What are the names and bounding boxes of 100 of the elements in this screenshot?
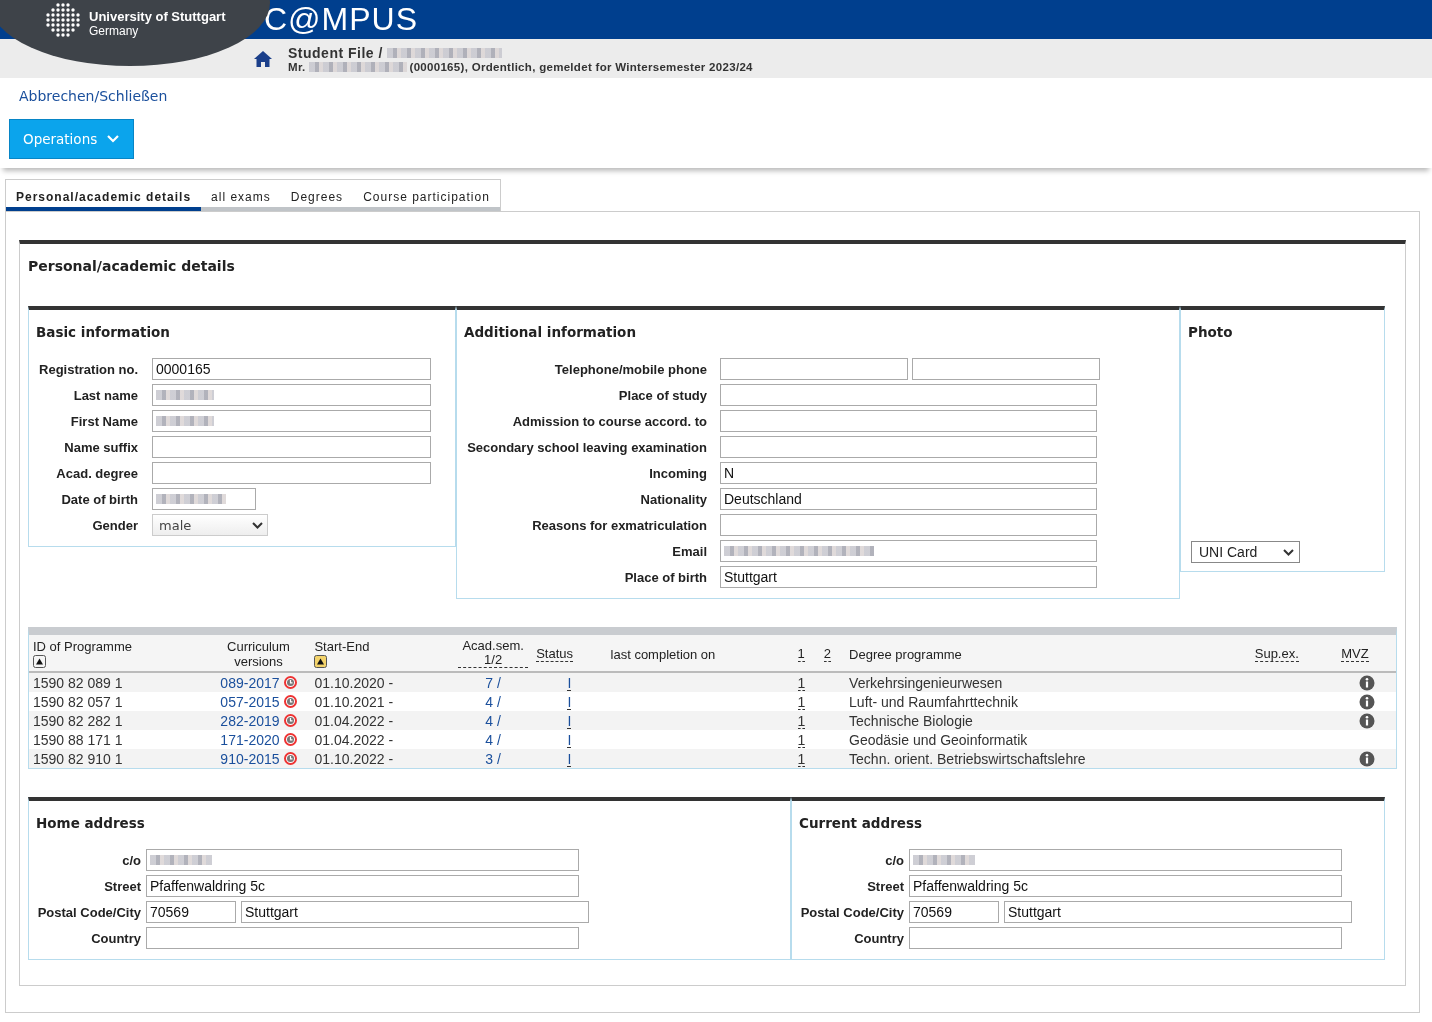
column-header: 2 [819,635,846,672]
university-country: Germany [89,24,140,38]
table-cell: 1 [797,732,806,748]
table-cell: 1 [797,675,806,691]
input-field[interactable] [720,514,1097,536]
column-header[interactable]: ID of Programme [29,635,207,672]
tab[interactable]: Personal/academic details [6,190,202,211]
field-label: Place of study [617,387,707,403]
input-field[interactable] [720,436,1097,458]
table-cell: Luft- und Raumfahrttechnik [849,693,1018,710]
input-field[interactable]: Pfaffenwaldring 5c [146,875,579,897]
clock-icon [283,732,297,746]
table-cell: 1590 82 089 1 [33,674,123,691]
input-field[interactable] [146,849,579,871]
section-title: Personal/academic details [28,257,236,276]
field-label: Email [671,543,707,559]
column-header: 1 [793,635,820,672]
column-header: MVZ [1337,635,1396,672]
input-field[interactable] [152,462,431,484]
panel-title: Additional information [463,323,637,342]
table-cell: 7 / [485,674,501,691]
input-field[interactable] [152,384,431,406]
table-cell: 01.04.2022 - [314,731,394,748]
university-name: University of Stuttgart [89,9,226,24]
input-field[interactable] [720,540,1097,562]
version-link[interactable]: 057-2015 [220,693,280,710]
input-field[interactable]: 0000165 [152,358,431,380]
clock-icon [283,694,297,708]
table-cell: 1590 82 057 1 [33,693,123,710]
input-field[interactable]: Stuttgart [1004,901,1352,923]
input-field[interactable] [720,358,908,380]
input-field[interactable] [152,488,256,510]
input-field[interactable]: Stuttgart [241,901,589,923]
table-cell: 01.10.2022 - [314,750,394,767]
table-cell: 4 / [485,693,501,710]
home-icon [254,50,272,67]
table-cell: Geodäsie und Geoinformatik [849,731,1028,748]
field-label: Acad. degree [55,465,138,481]
version-link[interactable]: 171-2020 [220,731,280,748]
field-label: Country [853,930,904,946]
input-field[interactable] [909,849,1342,871]
cancel-link[interactable]: Abbrechen/Schließen [19,88,168,104]
input-field[interactable]: Pfaffenwaldring 5c [909,875,1342,897]
table-cell: I [567,713,572,729]
field-label: c/o [884,852,904,868]
column-header: last completion on [606,635,794,672]
table-cell: 01.10.2021 - [314,693,394,710]
field-label: Telephone/mobile phone [553,361,707,377]
tab[interactable]: all exams [201,190,281,211]
panel-title: Home address [35,814,146,833]
tab[interactable]: Degrees [280,190,354,211]
column-header: Degree programme [845,635,1251,672]
input-field[interactable]: N [720,462,1097,484]
field-label: Postal Code/City [799,904,904,920]
table-cell: 3 / [485,750,501,767]
input-field[interactable] [909,927,1342,949]
input-field[interactable]: Deutschland [720,488,1097,510]
field-label: Country [90,930,141,946]
app-title: C@MPUS [264,1,419,38]
table-cell: 1590 82 910 1 [33,750,123,767]
field-label: Date of birth [60,491,138,507]
field-label: Nationality [639,491,707,507]
table-cell: 4 / [485,731,501,748]
input-field[interactable] [146,927,579,949]
input-field[interactable]: Stuttgart [720,566,1097,588]
field-label: Street [103,878,141,894]
input-field[interactable] [152,436,431,458]
field-label: Secondary school leaving examination [466,439,707,455]
student-summary: (0000165), Ordentlich, gemeldet for Wintersemester 2023/24 [409,60,753,73]
field-label: Name suffix [63,439,138,455]
table-cell: 4 / [485,712,501,729]
field-label: Street [866,878,904,894]
input-field[interactable] [152,410,431,432]
table-cell: I [567,732,572,748]
card-select[interactable]: UNI Card [1191,541,1300,563]
column-header: Curriculum versions [206,635,311,672]
tab[interactable]: Course participation [353,190,500,211]
table-cell: 01.10.2020 - [314,674,394,691]
column-header: Sup.ex. [1250,635,1338,672]
column-header[interactable]: Start-End [310,635,455,672]
table-cell: I [567,675,572,691]
column-header: Acad.sem. 1/2 [454,635,533,672]
field-label: Place of birth [623,569,707,585]
field-label: Postal Code/City [36,904,141,920]
field-label: c/o [121,852,141,868]
input-field[interactable]: 70569 [146,901,236,923]
field-label: Registration no. [38,361,138,377]
field-label: Gender [91,517,138,533]
gender-select[interactable]: male [152,514,268,536]
input-field[interactable] [720,384,1097,406]
input-field[interactable] [720,410,1097,432]
input-field[interactable] [912,358,1100,380]
clock-icon [283,675,297,689]
field-label: Last name [72,387,138,403]
table-cell: I [567,694,572,710]
table-cell: 01.04.2022 - [314,712,394,729]
panel-title: Photo [1187,323,1234,342]
input-field[interactable]: 70569 [909,901,999,923]
table-cell: Verkehrsingenieurwesen [849,674,1003,691]
caret-icon [1283,548,1294,556]
